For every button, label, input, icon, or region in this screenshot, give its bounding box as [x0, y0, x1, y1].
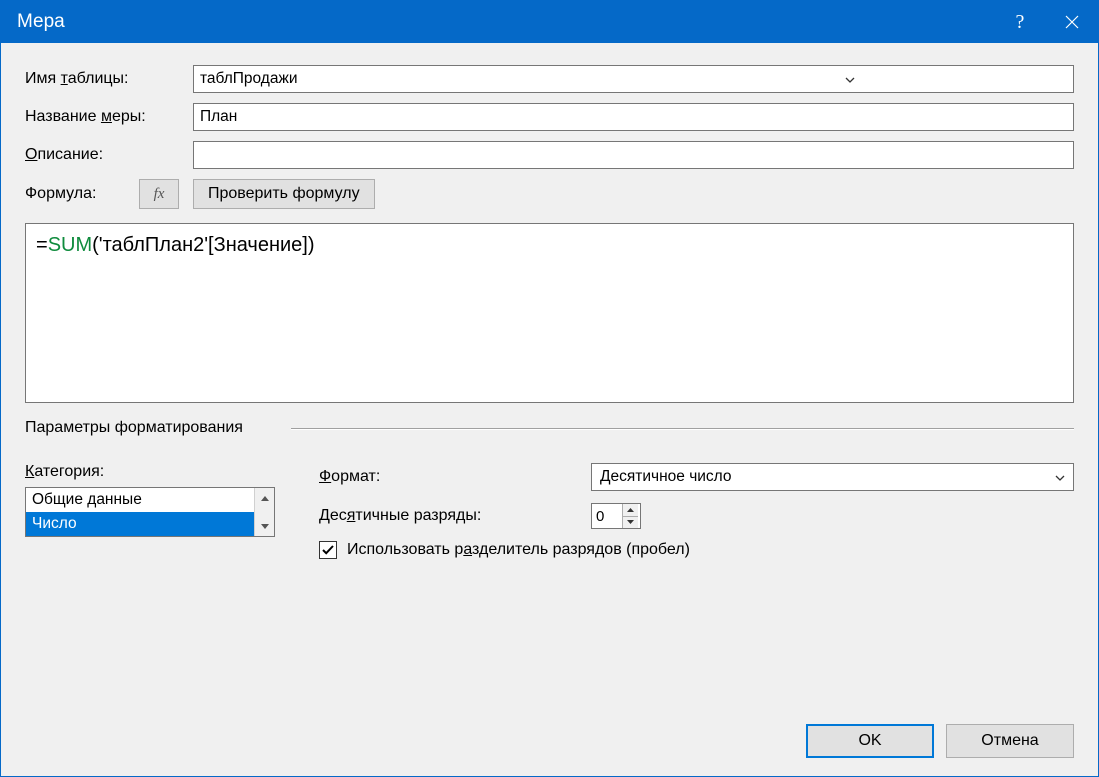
format-row: Формат: Десятичное число	[319, 463, 1074, 491]
dialog-body: Имя таблицы: таблПродажи Название меры: …	[1, 43, 1098, 776]
decimal-places-input[interactable]	[592, 504, 622, 528]
formula-label: Формула:	[25, 185, 139, 203]
scroll-up-icon[interactable]	[255, 488, 274, 508]
ok-label: OK	[858, 732, 881, 750]
check-formula-button[interactable]: Проверить формулу	[193, 179, 375, 209]
category-label: Категория:	[25, 463, 281, 481]
chevron-down-icon	[634, 70, 1068, 88]
measure-dialog: Мера ? Имя таблицы: таблПродажи Название…	[0, 0, 1099, 777]
thousands-separator-label: Использовать разделитель разрядов (пробе…	[347, 541, 690, 559]
table-name-select[interactable]: таблПродажи	[193, 65, 1074, 93]
description-label: Описание:	[25, 146, 193, 164]
category-items: Общие данные Число	[26, 488, 254, 536]
cancel-label: Отмена	[981, 732, 1038, 750]
measure-name-label: Название меры:	[25, 108, 193, 126]
formula-rest: ('таблПлан2'[Значение])	[92, 234, 314, 256]
chevron-down-icon	[1055, 468, 1065, 486]
format-label: Формат:	[319, 468, 591, 486]
format-area: Категория: Общие данные Число Формат:	[25, 463, 1074, 559]
description-row: Описание:	[25, 141, 1074, 169]
thousands-separator-row: Использовать разделитель разрядов (пробе…	[319, 541, 1074, 559]
measure-name-row: Название меры:	[25, 103, 1074, 131]
list-item[interactable]: Число	[26, 512, 254, 536]
format-select[interactable]: Десятичное число	[591, 463, 1074, 491]
section-separator	[291, 428, 1074, 429]
format-column: Формат: Десятичное число Десятичные разр…	[319, 463, 1074, 559]
formula-row: Формула: fx Проверить формулу	[25, 179, 1074, 209]
table-name-row: Имя таблицы: таблПродажи	[25, 65, 1074, 93]
description-input[interactable]	[193, 141, 1074, 169]
listbox-scrollbar[interactable]	[254, 488, 274, 536]
titlebar: Мера ?	[1, 1, 1098, 43]
formula-eq: =	[36, 234, 48, 256]
table-name-label: Имя таблицы:	[25, 70, 193, 88]
table-name-value: таблПродажи	[200, 70, 634, 88]
format-section-title: Параметры форматирования	[25, 419, 261, 437]
dialog-buttons: OK Отмена	[806, 724, 1074, 758]
cancel-button[interactable]: Отмена	[946, 724, 1074, 758]
category-listbox[interactable]: Общие данные Число	[25, 487, 275, 537]
spinner-buttons	[622, 504, 638, 528]
check-formula-label: Проверить формулу	[208, 185, 360, 203]
format-value: Десятичное число	[600, 468, 1055, 486]
ok-button[interactable]: OK	[806, 724, 934, 758]
decimal-places-spinner[interactable]	[591, 503, 641, 529]
list-item[interactable]: Общие данные	[26, 488, 254, 512]
formula-fn: SUM	[48, 234, 92, 256]
measure-name-input[interactable]	[193, 103, 1074, 131]
thousands-separator-checkbox[interactable]	[319, 541, 337, 559]
formula-editor[interactable]: =SUM('таблПлан2'[Значение])	[25, 223, 1074, 403]
decimal-places-row: Десятичные разряды:	[319, 503, 1074, 529]
close-button[interactable]	[1046, 1, 1098, 43]
scroll-down-icon[interactable]	[255, 516, 274, 536]
category-column: Категория: Общие данные Число	[25, 463, 281, 559]
spin-up-button[interactable]	[623, 504, 638, 516]
window-title: Мера	[17, 11, 994, 33]
help-button[interactable]: ?	[994, 1, 1046, 43]
fx-label: fx	[154, 186, 165, 203]
decimal-places-label: Десятичные разряды:	[319, 507, 591, 525]
fx-button[interactable]: fx	[139, 179, 179, 209]
format-section-header: Параметры форматирования	[25, 419, 1074, 437]
spin-down-button[interactable]	[623, 516, 638, 529]
